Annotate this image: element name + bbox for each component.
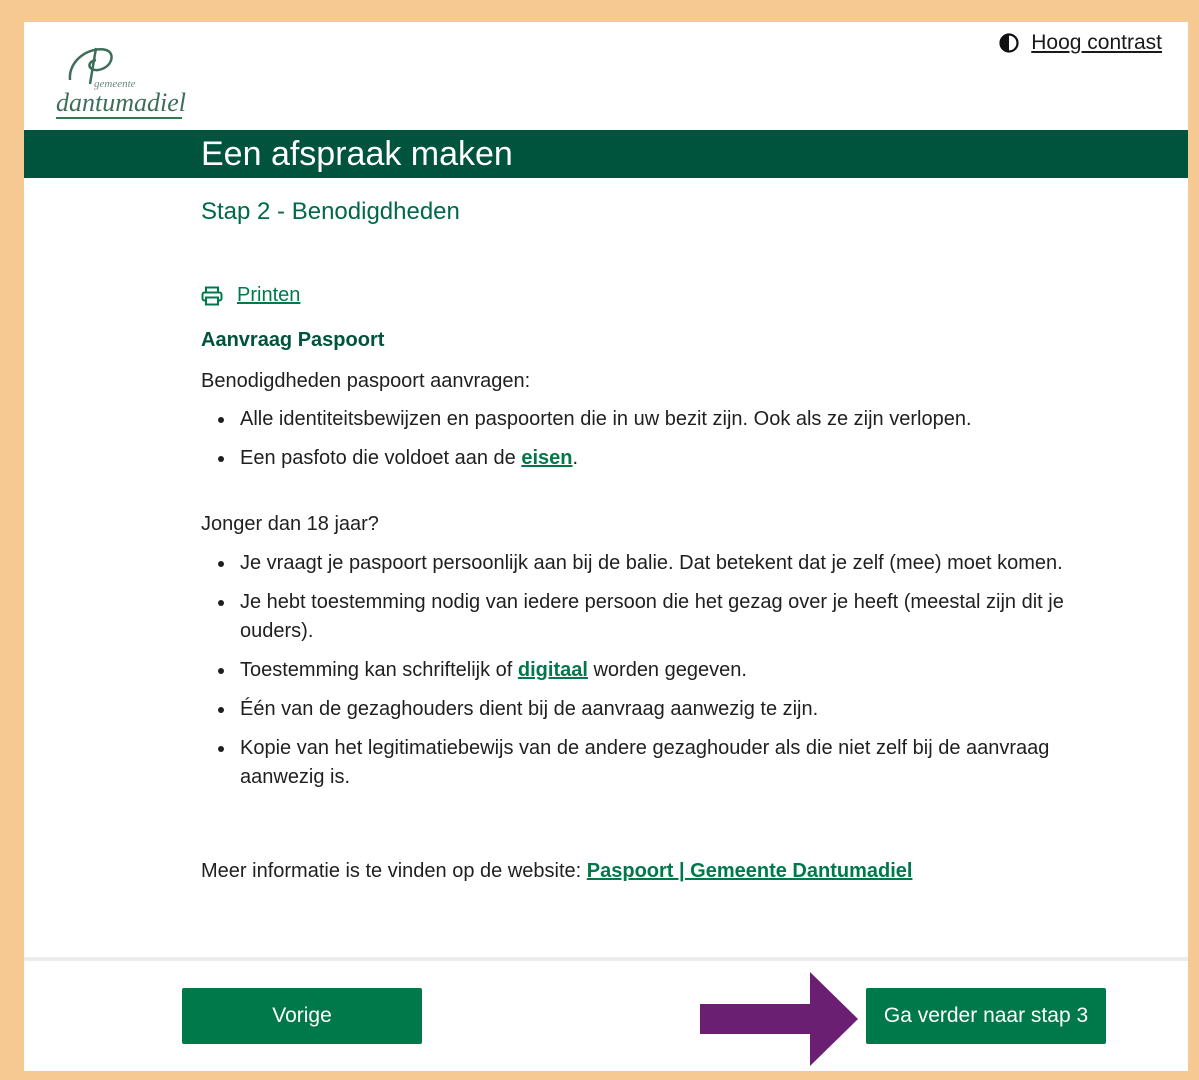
minors-intro: Jonger dan 18 jaar? bbox=[201, 513, 379, 535]
arrow-right-icon bbox=[700, 972, 858, 1066]
minors-list: Je vraagt je paspoort persoonlijk aan bi… bbox=[201, 549, 1100, 802]
high-contrast-link[interactable]: Hoog contrast bbox=[1031, 31, 1162, 55]
footer-divider bbox=[24, 957, 1188, 961]
print-action[interactable]: Printen bbox=[201, 284, 300, 307]
page-banner: Een afspraak maken bbox=[24, 130, 1188, 178]
requirements-link[interactable]: eisen bbox=[521, 447, 572, 469]
logo-underline bbox=[56, 117, 182, 119]
page-title: Een afspraak maken bbox=[201, 135, 513, 173]
next-step-button[interactable]: Ga verder naar stap 3 bbox=[866, 988, 1106, 1044]
requirements-list: Alle identiteitsbewijzen en paspoorten d… bbox=[201, 405, 1120, 483]
high-contrast-toggle[interactable]: Hoog contrast bbox=[999, 31, 1162, 55]
printer-icon bbox=[201, 286, 223, 305]
logo-name: dantumadiel bbox=[56, 88, 186, 117]
list-item: Je hebt toestemming nodig van iedere per… bbox=[218, 588, 1100, 646]
more-info: Meer informatie is te vinden op de websi… bbox=[201, 860, 913, 882]
list-item: Je vraagt je paspoort persoonlijk aan bi… bbox=[218, 549, 1100, 578]
section-intro: Benodigdheden paspoort aanvragen: bbox=[201, 370, 531, 392]
step-title: Stap 2 - Benodigdheden bbox=[201, 198, 460, 225]
half-circle-icon bbox=[999, 33, 1019, 53]
digital-consent-link[interactable]: digitaal bbox=[518, 659, 588, 681]
list-item: Één van de gezaghouders dient bij de aan… bbox=[218, 695, 1100, 724]
previous-button[interactable]: Vorige bbox=[182, 988, 422, 1044]
passport-info-link[interactable]: Paspoort | Gemeente Dantumadiel bbox=[587, 860, 913, 882]
list-item: Alle identiteitsbewijzen en paspoorten d… bbox=[218, 405, 1120, 434]
section-title: Aanvraag Paspoort bbox=[201, 329, 385, 351]
print-link[interactable]: Printen bbox=[237, 284, 300, 307]
list-item: Kopie van het legitimatiebewijs van de a… bbox=[218, 734, 1100, 792]
page-frame: gemeente dantumadiel Hoog contrast Een a… bbox=[24, 22, 1188, 1071]
list-item: Toestemming kan schriftelijk of digitaal… bbox=[218, 656, 1100, 685]
list-item: Een pasfoto die voldoet aan de eisen. bbox=[218, 444, 1120, 473]
municipality-logo[interactable]: gemeente dantumadiel bbox=[50, 40, 190, 120]
